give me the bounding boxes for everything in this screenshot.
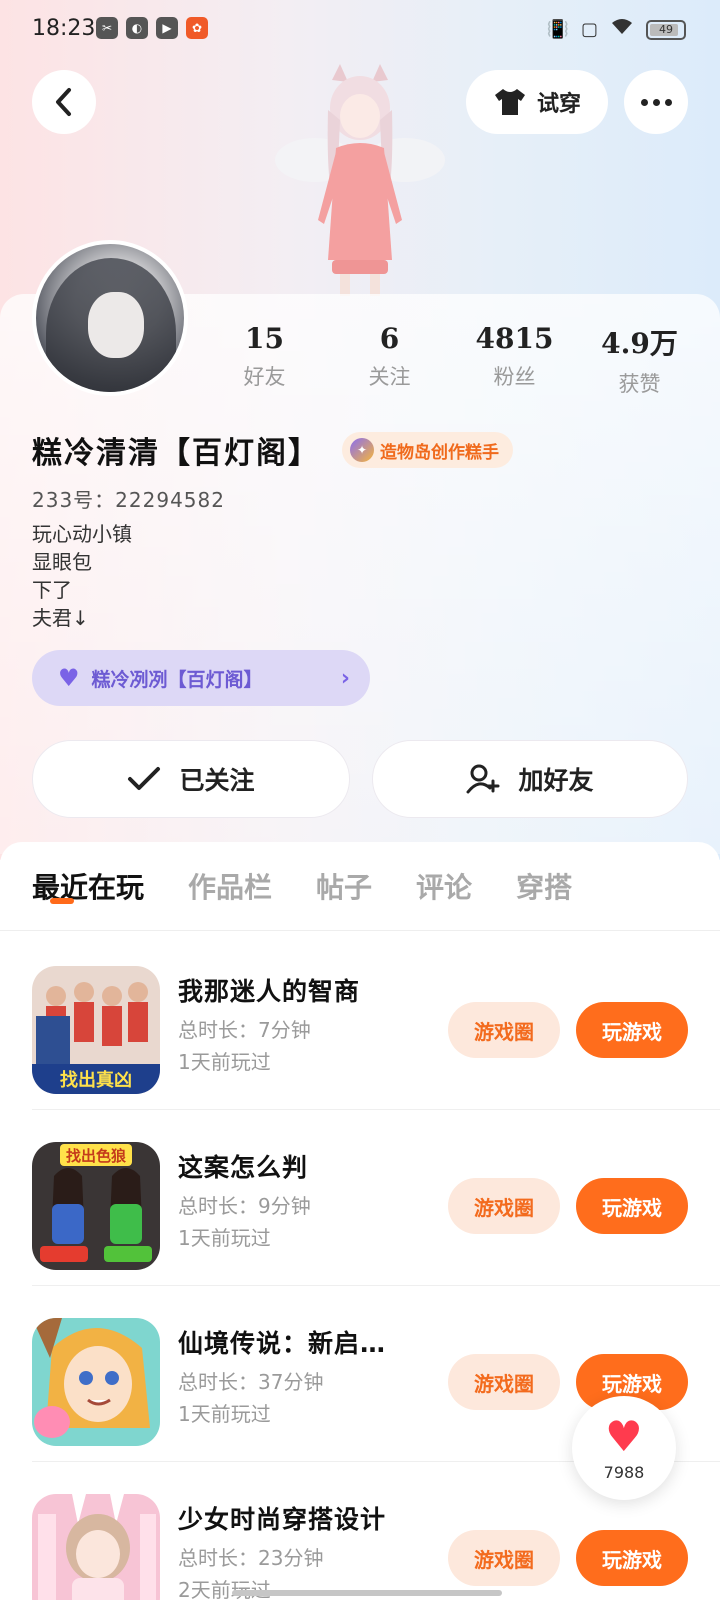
stat-label: 获赞 (618, 372, 661, 396)
add-friend-label: 加好友 (518, 766, 594, 795)
stat-label: 关注 (368, 365, 411, 389)
partner-link[interactable]: ♥ 糕冷冽冽【百灯阁】 › (32, 650, 370, 706)
avatar-face (88, 292, 144, 358)
game-circle-button[interactable]: 游戏圈 (448, 1530, 560, 1586)
more-dot (652, 98, 660, 106)
battery-level: 49 (659, 23, 673, 36)
status-indicators: 📳 ▢ 49 (547, 18, 686, 41)
bio-line: 显眼包 (32, 550, 92, 574)
like-float-button[interactable]: ♥ 7988 (572, 1396, 676, 1500)
partner-name: 糕冷冽冽【百灯阁】 (91, 668, 263, 691)
stat-likes[interactable]: 4.9万 获赞 (577, 322, 702, 398)
vibrate-icon: 📳 (546, 19, 569, 40)
active-tab-indicator (50, 898, 74, 904)
status-bar: 18:23 ✂ ◐ ▶ ✿ 📳 ▢ 49 (0, 0, 720, 60)
following-label: 已关注 (179, 766, 255, 795)
add-friend-button[interactable]: 加好友 (372, 740, 688, 818)
creator-badge-label: 造物岛创作糕手 (380, 442, 499, 463)
bio-line: 下了 (32, 578, 72, 602)
bio-line: 玩心动小镇 (32, 522, 132, 546)
stat-fans[interactable]: 4815 粉丝 (452, 322, 577, 398)
tab-outfits[interactable]: 穿搭 (516, 866, 572, 906)
more-dot (640, 98, 648, 106)
profile-name-row: 糕冷清清【百灯阁】 ✦ 造物岛创作糕手 (32, 428, 513, 472)
game-icon[interactable] (32, 1494, 160, 1600)
game-last-played: 1天前玩过 (178, 1226, 271, 1250)
user-id: 233号：22294582 (32, 488, 225, 512)
more-options-button[interactable] (624, 70, 688, 134)
recently-played-list: 找出真凶 我那迷人的智商 总时长：7分钟 1天前玩过 游戏圈 玩游戏 找出色狼 (0, 934, 720, 1600)
tshirt-icon (494, 89, 525, 115)
game-last-played: 1天前玩过 (178, 1050, 271, 1074)
game-title: 少女时尚穿搭设计 (178, 1505, 387, 1534)
battery-icon: 49 (646, 19, 686, 40)
game-list-item[interactable]: 找出色狼 这案怎么判 总时长：9分钟 1天前玩过 游戏圈 玩游戏 (0, 1110, 720, 1286)
game-play-duration: 总时长：37分钟 (178, 1370, 324, 1394)
tab-recently-played[interactable]: 最近在玩 (32, 866, 144, 906)
game-icon[interactable]: 找出色狼 (32, 1142, 160, 1270)
game-title: 这案怎么判 (178, 1153, 309, 1182)
tab-posts[interactable]: 帖子 (316, 866, 372, 906)
stat-label: 好友 (243, 365, 286, 389)
game-icon[interactable] (32, 1318, 160, 1446)
profile-stats: 15 好友 6 关注 4815 粉丝 4.9万 获赞 (202, 322, 702, 398)
play-notification-icon: ▶ (156, 17, 178, 39)
heart-icon: ♥ (605, 1411, 643, 1461)
stat-label: 粉丝 (493, 365, 536, 389)
heart-icon: ♥ (58, 664, 80, 692)
creator-badge[interactable]: ✦ 造物岛创作糕手 (342, 432, 513, 468)
like-count: 7988 (603, 1462, 645, 1482)
creator-badge-icon: ✦ (350, 438, 374, 462)
status-time: 18:23 (32, 16, 96, 41)
stat-value: 15 (245, 322, 284, 355)
checkmark-icon (128, 767, 161, 790)
no-sim-icon: ▢ (580, 19, 598, 40)
add-user-icon (466, 764, 500, 794)
try-on-label: 试穿 (536, 92, 581, 117)
stat-following[interactable]: 6 关注 (327, 322, 452, 398)
play-game-button[interactable]: 玩游戏 (576, 1530, 688, 1586)
play-game-button[interactable]: 玩游戏 (576, 1178, 688, 1234)
app-notification-icon: ✿ (186, 17, 208, 39)
notification-icons: ✂ ◐ ▶ ✿ (96, 17, 208, 39)
more-dot (664, 98, 672, 106)
game-list-item[interactable]: 找出真凶 我那迷人的智商 总时长：7分钟 1天前玩过 游戏圈 玩游戏 (0, 934, 720, 1110)
user-avatar[interactable] (32, 240, 188, 396)
character-avatar-figure[interactable] (270, 60, 450, 300)
game-play-duration: 总时长：23分钟 (178, 1546, 324, 1570)
home-indicator[interactable] (232, 1590, 502, 1596)
game-thumb-text: 找出色狼 (66, 1147, 127, 1165)
wifi-icon (610, 18, 634, 41)
tab-works[interactable]: 作品栏 (188, 866, 272, 906)
stat-friends[interactable]: 15 好友 (202, 322, 327, 398)
try-on-button[interactable]: 试穿 (466, 70, 608, 134)
tab-comments[interactable]: 评论 (416, 866, 472, 906)
play-game-button[interactable]: 玩游戏 (576, 1002, 688, 1058)
game-play-duration: 总时长：7分钟 (178, 1018, 311, 1042)
game-play-duration: 总时长：9分钟 (178, 1194, 311, 1218)
tab-divider (0, 930, 720, 931)
bio-line: 夫君↓ (32, 606, 89, 630)
back-button[interactable] (32, 70, 96, 134)
game-circle-button[interactable]: 游戏圈 (448, 1002, 560, 1058)
profile-bio: 玩心动小镇 显眼包 下了 夫君↓ (32, 520, 132, 632)
chevron-left-icon (56, 88, 71, 116)
profile-name: 糕冷清清【百灯阁】 (32, 436, 320, 471)
app-notification-icon: ◐ (126, 17, 148, 39)
following-button[interactable]: 已关注 (32, 740, 350, 818)
app-notification-icon: ✂ (96, 17, 118, 39)
game-thumb-text: 找出真凶 (60, 1069, 132, 1091)
chevron-right-icon: › (340, 665, 350, 691)
game-icon[interactable]: 找出真凶 (32, 966, 160, 1094)
game-last-played: 1天前玩过 (178, 1402, 271, 1426)
stat-value: 6 (379, 322, 400, 355)
game-last-played: 2天前玩过 (178, 1578, 271, 1600)
game-title: 仙境传说：新启… (178, 1329, 387, 1358)
game-title: 我那迷人的智商 (178, 977, 361, 1006)
profile-tabs: 最近在玩 作品栏 帖子 评论 穿搭 (32, 866, 572, 906)
game-circle-button[interactable]: 游戏圈 (448, 1354, 560, 1410)
game-circle-button[interactable]: 游戏圈 (448, 1178, 560, 1234)
stat-value: 4815 (475, 322, 554, 355)
stat-value: 4.9万 (601, 327, 678, 360)
